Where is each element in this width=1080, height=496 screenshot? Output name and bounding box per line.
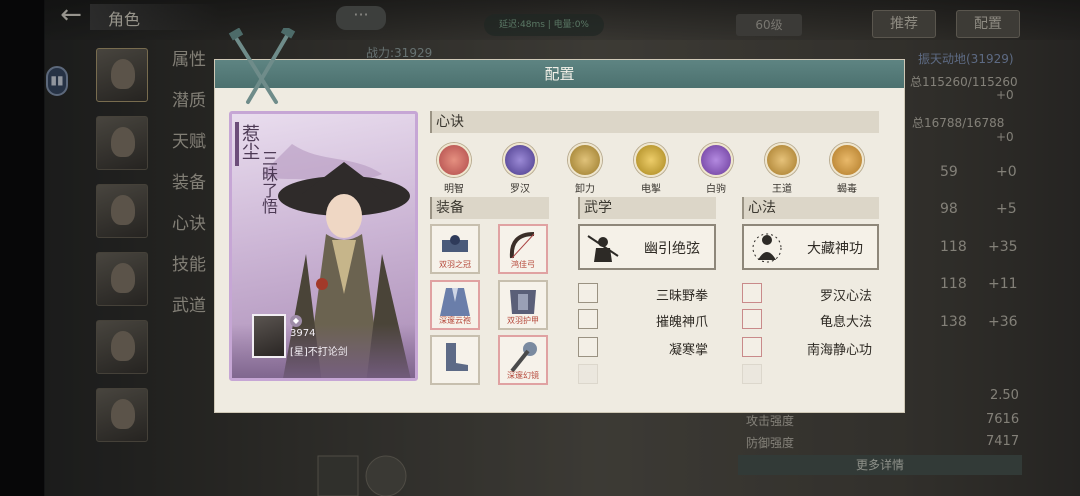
xinjue-item[interactable]: 电掣: [627, 143, 675, 195]
wuxue-skill[interactable]: 凝寒掌: [578, 337, 712, 358]
xinfa-skill-empty[interactable]: [742, 364, 876, 384]
equip-name: 鸿佳弓: [511, 260, 535, 269]
xinjue-item[interactable]: 蝎毒: [823, 143, 871, 195]
power-icon: ◆: [290, 315, 302, 327]
character-motto: 三昧了悟: [259, 150, 278, 214]
equip-slot[interactable]: [430, 335, 480, 385]
equip-name: 双羽护甲: [507, 316, 539, 325]
xinfa-skill-label: 南海静心功: [806, 343, 872, 358]
turtle-icon: [742, 309, 762, 329]
robe-icon: [440, 288, 470, 316]
xinjue-label: 蝎毒: [837, 184, 857, 195]
character-card[interactable]: 惹尘 三昧了悟 ◆ 3974 [星]不打论剑: [229, 111, 418, 381]
meditation-icon: [752, 233, 782, 263]
horse-icon: [699, 143, 733, 177]
equip-slot[interactable]: 鸿佳弓: [498, 224, 548, 274]
xinjue-label: 卸力: [575, 184, 595, 195]
xinjue-item[interactable]: 明智: [430, 143, 478, 195]
palm-icon: [578, 337, 598, 357]
scorpion-icon: [830, 143, 864, 177]
equip-slot[interactable]: 双羽护甲: [498, 280, 548, 330]
bow-icon: [509, 232, 535, 259]
wuxue-skill[interactable]: 摧魄神爪: [578, 309, 712, 330]
empty-slot-icon: [742, 364, 762, 384]
xinfa-main-label: 大藏神功: [807, 241, 863, 257]
equip-slot[interactable]: 深邃幻镜: [498, 335, 548, 385]
claw-icon: [578, 309, 598, 329]
xinfa-skill[interactable]: 龟息大法: [742, 309, 876, 330]
xinfa-header: 心法: [742, 197, 879, 219]
dialog-title: 配置: [215, 60, 904, 88]
monk-icon: [503, 143, 537, 177]
wuxue-header: 武学: [578, 197, 716, 219]
card-power: 3974: [290, 328, 316, 339]
xinjue-header: 心诀: [430, 111, 879, 133]
lotus-icon: [742, 283, 762, 303]
xinjue-label: 明智: [444, 184, 464, 195]
equip-name: 深邃幻镜: [507, 371, 539, 380]
player-name: [星]不打论剑: [290, 347, 348, 358]
wuxue-skill-label: 三昧野拳: [655, 289, 708, 304]
dual-sword-icon: [587, 235, 619, 262]
xinfa-skill-label: 罗汉心法: [819, 289, 872, 304]
crown-icon: [765, 143, 799, 177]
xinjue-label: 王道: [772, 184, 792, 195]
equip-header: 装备: [430, 197, 549, 219]
wuxue-skill[interactable]: 三昧野拳: [578, 283, 712, 304]
brain-icon: [437, 143, 471, 177]
wuxue-main-skill[interactable]: 幽引绝弦: [578, 224, 716, 270]
xinjue-item[interactable]: 白驹: [692, 143, 740, 195]
xinfa-main-skill[interactable]: 大藏神功: [742, 224, 879, 270]
lightning-icon: [634, 143, 668, 177]
mace-icon: [510, 342, 537, 373]
wuxue-skill-label: 凝寒掌: [668, 343, 708, 358]
character-name: 惹尘: [239, 124, 260, 160]
xinjue-item[interactable]: 卸力: [561, 143, 609, 195]
xinjue-item[interactable]: 王道: [758, 143, 806, 195]
xinfa-skill[interactable]: 南海静心功: [742, 337, 876, 358]
player-avatar: [252, 314, 286, 358]
armor-icon: [510, 290, 536, 314]
wuxue-skill-label: 摧魄神爪: [655, 315, 708, 330]
empty-slot-icon: [578, 364, 598, 384]
equip-name: 双羽之冠: [439, 260, 471, 269]
crown-gear-icon: [442, 235, 468, 252]
crossed-swords-icon: [228, 28, 296, 104]
equip-name: 深邃云袍: [439, 316, 471, 325]
wuxue-main-label: 幽引绝弦: [644, 241, 700, 257]
xinjue-item[interactable]: 罗汉: [496, 143, 544, 195]
equip-slot[interactable]: 深邃云袍: [430, 280, 480, 330]
xinjue-label: 电掣: [641, 184, 661, 195]
wuxue-skill-empty[interactable]: [578, 364, 712, 384]
xinjue-label: 罗汉: [510, 184, 530, 195]
xinjue-label: 白驹: [706, 184, 726, 195]
calm-mind-icon: [742, 337, 762, 357]
fist-icon: [578, 283, 598, 303]
xinfa-skill-label: 龟息大法: [819, 315, 872, 330]
swirl-icon: [568, 143, 602, 177]
xinfa-skill[interactable]: 罗汉心法: [742, 283, 876, 304]
equip-slot[interactable]: 双羽之冠: [430, 224, 480, 274]
boots-icon: [446, 343, 468, 371]
